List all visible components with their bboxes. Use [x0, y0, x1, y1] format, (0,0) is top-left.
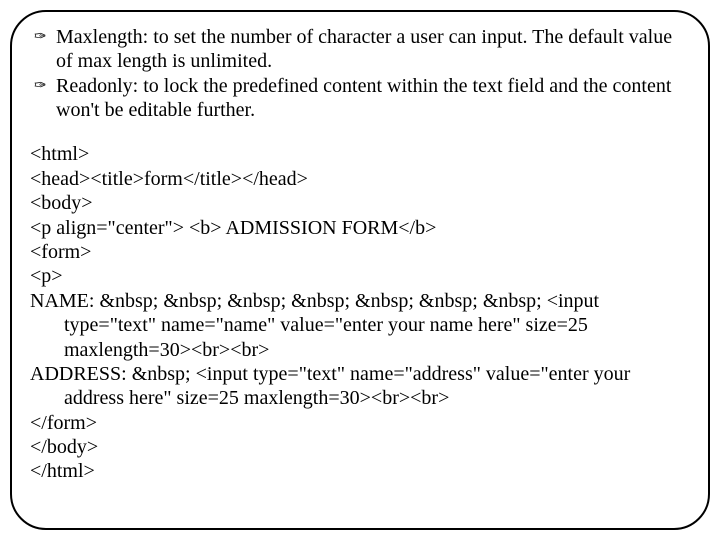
code-line: ADDRESS: &nbsp; <input type="text" name=… — [30, 362, 690, 411]
code-line: </form> — [30, 411, 690, 435]
code-line: <p> — [30, 264, 690, 288]
code-line: NAME: &nbsp; &nbsp; &nbsp; &nbsp; &nbsp;… — [30, 289, 690, 362]
code-block: <html> <head><title>form</title></head> … — [30, 142, 690, 483]
bullet-text: Maxlength: to set the number of characte… — [56, 26, 690, 73]
list-item: ✑ Readonly: to lock the predefined conte… — [30, 75, 690, 122]
bullet-text: Readonly: to lock the predefined content… — [56, 75, 690, 122]
code-line: <body> — [30, 191, 690, 215]
code-line: <p align="center"> <b> ADMISSION FORM</b… — [30, 216, 690, 240]
code-line: </body> — [30, 435, 690, 459]
code-line: <html> — [30, 142, 690, 166]
bullet-list: ✑ Maxlength: to set the number of charac… — [30, 26, 690, 122]
slide-container: ✑ Maxlength: to set the number of charac… — [10, 10, 710, 530]
code-line: <form> — [30, 240, 690, 264]
bullet-icon: ✑ — [34, 29, 47, 47]
code-line: </html> — [30, 459, 690, 483]
list-item: ✑ Maxlength: to set the number of charac… — [30, 26, 690, 73]
code-line: <head><title>form</title></head> — [30, 167, 690, 191]
bullet-icon: ✑ — [34, 78, 47, 96]
